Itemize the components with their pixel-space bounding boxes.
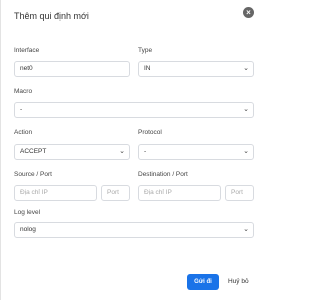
chevron-down-icon: ⌄ [243, 148, 249, 155]
protocol-label: Protocol [138, 129, 162, 136]
macro-select[interactable]: - ⌄ [14, 102, 254, 118]
close-icon[interactable]: × [243, 7, 254, 18]
source-port-input[interactable]: Port [101, 185, 130, 201]
destination-label: Destination / Port [138, 171, 188, 178]
action-value: ACCEPT [20, 148, 47, 155]
dialog-title: Thêm qui định mới [14, 11, 89, 21]
source-ip-input[interactable]: Địa chỉ IP [14, 185, 97, 201]
submit-button[interactable]: Gửi đi [187, 274, 219, 290]
destination-ip-input[interactable]: Địa chỉ IP [138, 185, 221, 201]
chevron-down-icon: ⌄ [243, 65, 249, 72]
macro-label: Macro [14, 88, 33, 95]
source-label: Source / Port [14, 171, 52, 178]
protocol-select[interactable]: - ⌄ [138, 144, 254, 160]
log-level-select[interactable]: nolog ⌄ [14, 222, 254, 238]
type-label: Type [138, 47, 153, 54]
add-rule-dialog: Thêm qui định mới × Interface net0 Type … [0, 0, 264, 300]
protocol-value: - [144, 148, 147, 155]
log-level-label: Log level [14, 209, 41, 216]
type-value: IN [144, 65, 151, 72]
destination-port-input[interactable]: Port [225, 185, 254, 201]
chevron-down-icon: ⌄ [119, 148, 125, 155]
action-label: Action [14, 129, 33, 136]
cancel-button[interactable]: Huỷ bỏ [228, 274, 249, 290]
type-select[interactable]: IN ⌄ [138, 61, 254, 77]
log-level-value: nolog [20, 226, 36, 233]
interface-input[interactable]: net0 [14, 61, 130, 77]
interface-label: Interface [14, 47, 40, 54]
chevron-down-icon: ⌄ [243, 106, 249, 113]
macro-value: - [20, 106, 23, 113]
action-select[interactable]: ACCEPT ⌄ [14, 144, 130, 160]
chevron-down-icon: ⌄ [243, 226, 249, 233]
